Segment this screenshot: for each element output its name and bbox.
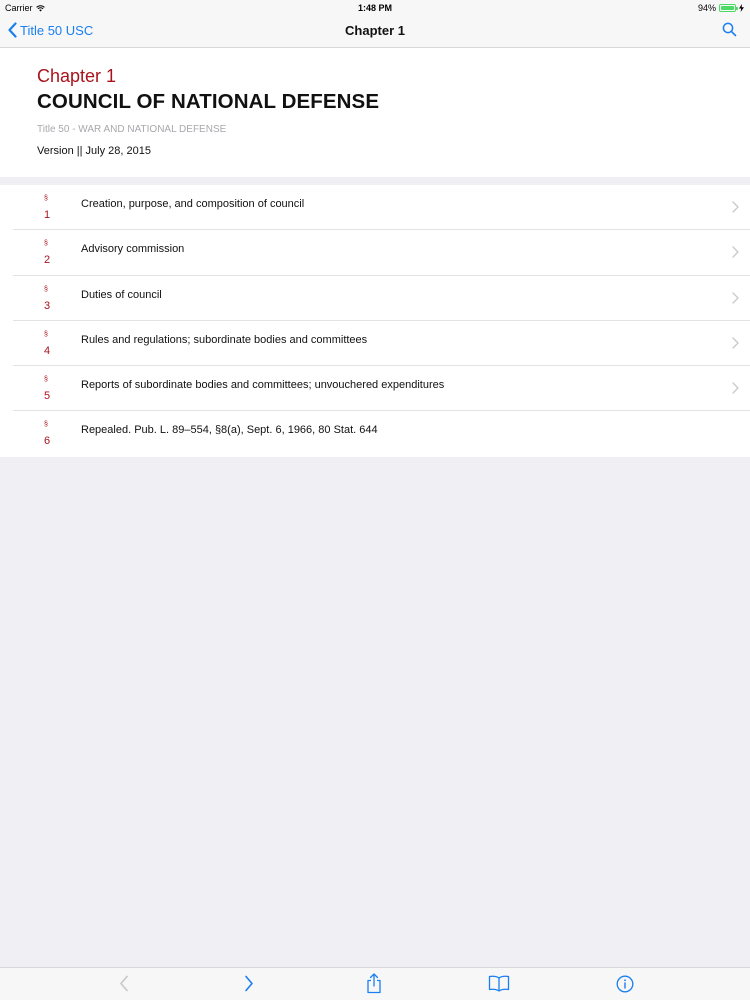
section-number: 6 bbox=[44, 435, 51, 448]
section-row-4[interactable]: § 4 Rules and regulations; subordinate b… bbox=[0, 321, 750, 367]
section-symbol: § bbox=[44, 285, 48, 293]
sections-list: § 1 Creation, purpose, and composition o… bbox=[0, 185, 750, 457]
section-title: Advisory commission bbox=[81, 243, 185, 256]
chapter-header: Chapter 1 COUNCIL OF NATIONAL DEFENSE Ti… bbox=[0, 48, 750, 177]
book-icon bbox=[488, 975, 510, 992]
info-button[interactable] bbox=[616, 975, 634, 998]
title-line: Title 50 - WAR AND NATIONAL DEFENSE bbox=[37, 124, 227, 135]
section-symbol: § bbox=[44, 421, 48, 429]
section-title: Repealed. Pub. L. 89–554, §8(a), Sept. 6… bbox=[81, 424, 378, 437]
section-symbol: § bbox=[44, 330, 48, 338]
section-title: Duties of council bbox=[81, 288, 162, 301]
back-arrow-icon bbox=[120, 975, 128, 992]
page-title: Chapter 1 bbox=[345, 23, 405, 38]
section-row-5[interactable]: § 5 Reports of subordinate bodies and co… bbox=[0, 366, 750, 412]
navigation-bar: Title 50 USC Chapter 1 bbox=[0, 16, 750, 48]
battery-icon bbox=[719, 4, 738, 12]
version-line: Version || July 28, 2015 bbox=[37, 145, 151, 157]
search-button[interactable] bbox=[722, 22, 737, 42]
forward-arrow-icon bbox=[245, 975, 253, 992]
info-icon bbox=[616, 975, 634, 993]
clock: 1:48 PM bbox=[357, 3, 392, 13]
chapter-label: Chapter 1 bbox=[37, 66, 117, 86]
section-symbol: § bbox=[44, 240, 48, 248]
section-symbol: § bbox=[44, 376, 48, 384]
previous-button[interactable] bbox=[119, 975, 129, 997]
section-row-2[interactable]: § 2 Advisory commission bbox=[0, 230, 750, 276]
bottom-toolbar bbox=[0, 967, 750, 1000]
section-number: 4 bbox=[44, 344, 51, 357]
share-button[interactable] bbox=[366, 973, 382, 999]
chevron-right-icon bbox=[732, 246, 739, 258]
status-bar: Carrier 1:48 PM 94% bbox=[0, 0, 750, 16]
section-title: Creation, purpose, and composition of co… bbox=[81, 198, 305, 210]
battery-indicator: 94% bbox=[698, 3, 744, 13]
section-row-6[interactable]: § 6 Repealed. Pub. L. 89–554, §8(a), Sep… bbox=[0, 411, 750, 456]
section-title: Reports of subordinate bodies and commit… bbox=[81, 379, 445, 392]
charging-icon bbox=[739, 4, 744, 12]
section-number: 1 bbox=[44, 209, 51, 221]
section-number: 2 bbox=[44, 254, 51, 267]
section-row-1[interactable]: § 1 Creation, purpose, and composition o… bbox=[0, 185, 750, 231]
battery-percent: 94% bbox=[697, 3, 716, 13]
next-button[interactable] bbox=[244, 975, 254, 997]
section-symbol: § bbox=[44, 195, 48, 202]
share-icon bbox=[367, 973, 381, 994]
section-number: 3 bbox=[44, 299, 51, 312]
chevron-right-icon bbox=[732, 201, 739, 213]
section-title: Rules and regulations; subordinate bodie… bbox=[81, 333, 368, 346]
section-row-3[interactable]: § 3 Duties of council bbox=[0, 276, 750, 321]
chevron-right-icon bbox=[732, 291, 739, 304]
chevron-right-icon bbox=[732, 382, 739, 394]
chevron-right-icon bbox=[732, 337, 739, 349]
section-number: 5 bbox=[44, 390, 51, 403]
chapter-name: COUNCIL OF NATIONAL DEFENSE bbox=[37, 90, 380, 113]
search-icon bbox=[722, 22, 737, 37]
bookmarks-button[interactable] bbox=[488, 975, 510, 997]
